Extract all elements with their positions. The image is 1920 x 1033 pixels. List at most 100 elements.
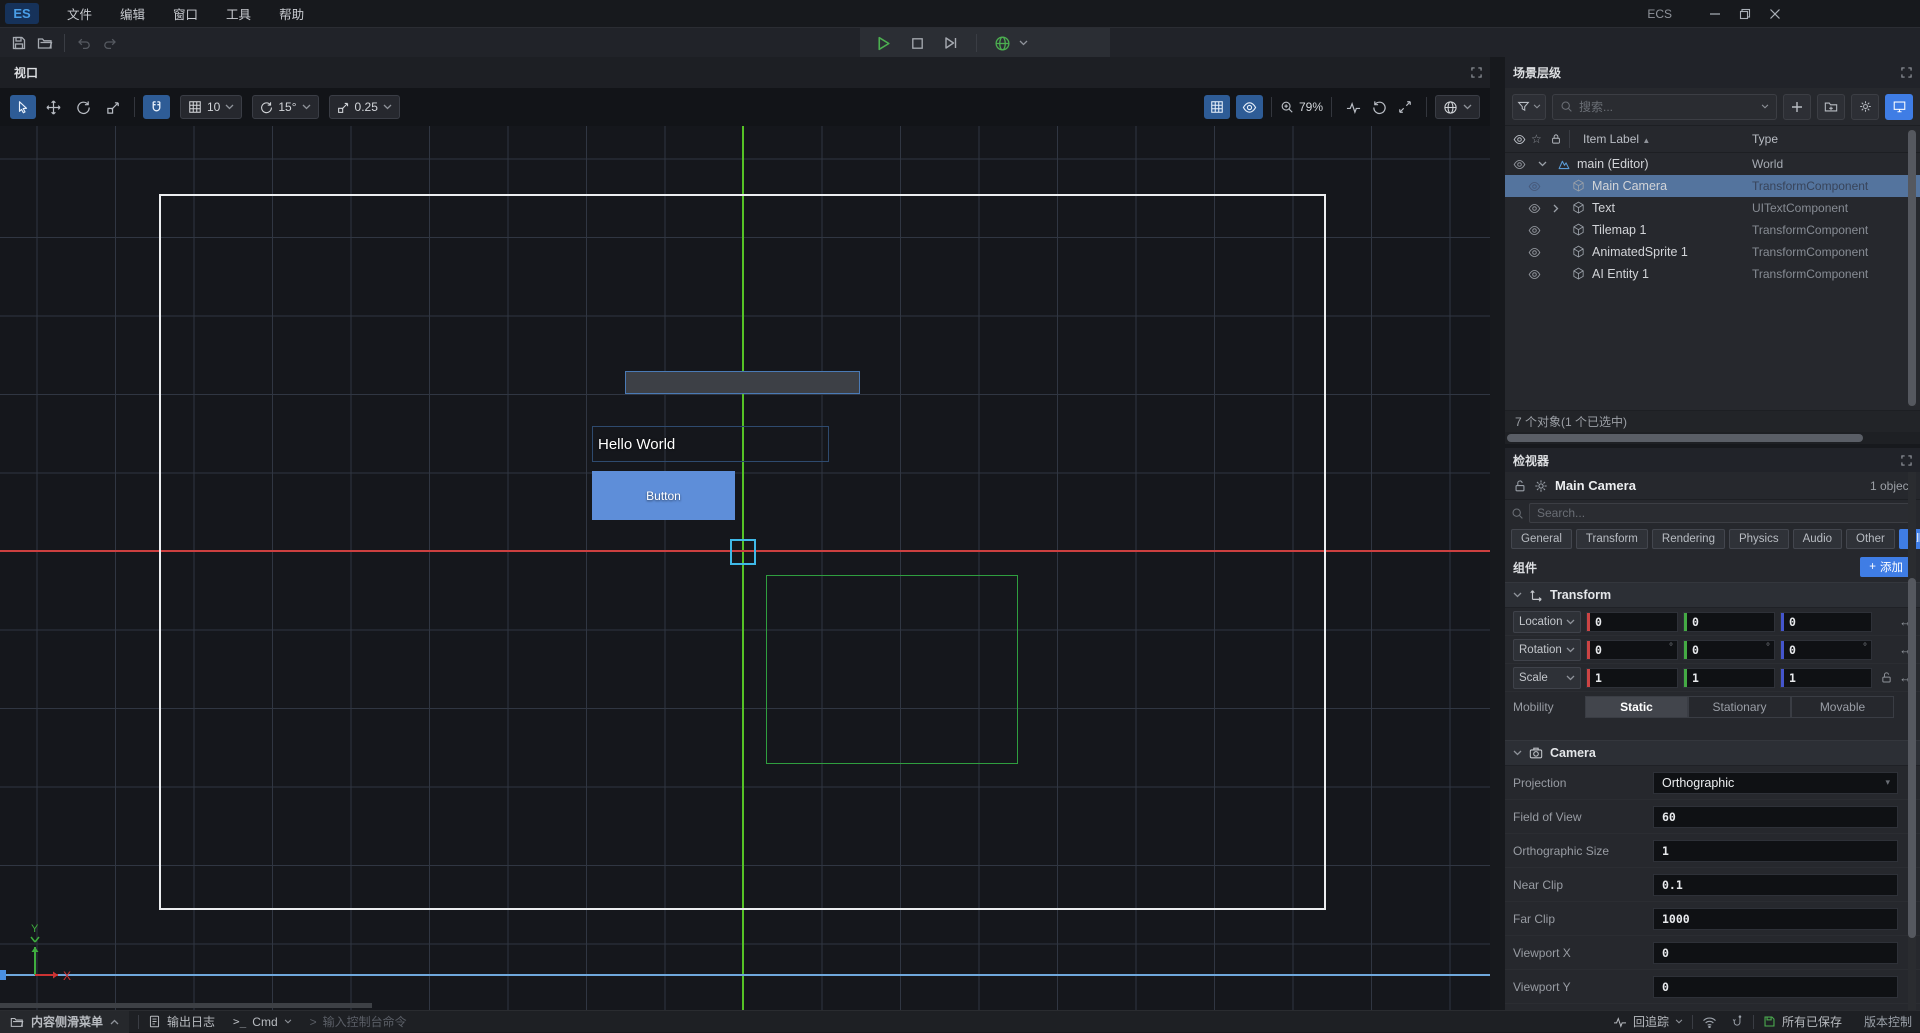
hierarchy-expand-icon[interactable] — [1901, 67, 1912, 78]
menu-item-0[interactable]: 文件 — [53, 0, 106, 27]
app-logo[interactable]: ES — [5, 3, 39, 24]
scale-z-input[interactable]: 1 — [1780, 668, 1872, 688]
hierarchy-row[interactable]: Main CameraTransformComponent — [1505, 175, 1920, 197]
zoom-level[interactable]: 79% — [1280, 100, 1323, 114]
play-button[interactable] — [870, 30, 896, 56]
tab-physics[interactable]: Physics — [1729, 529, 1789, 549]
save-status[interactable]: 所有已保存 — [1763, 1013, 1842, 1030]
hierarchy-vscrollbar[interactable] — [1908, 130, 1916, 406]
stop-button[interactable] — [904, 30, 930, 56]
inspector-search-input[interactable]: Search... — [1529, 503, 1914, 523]
mobility-stationary-button[interactable]: Stationary — [1688, 696, 1791, 718]
location-z-input[interactable]: 0 — [1780, 612, 1872, 632]
location-mode-dropdown[interactable]: Location — [1513, 611, 1581, 633]
hierarchy-row[interactable]: Tilemap 1TransformComponent — [1505, 219, 1920, 241]
hierarchy-search-input[interactable]: 搜索... — [1552, 94, 1777, 120]
tab-audio[interactable]: Audio — [1793, 529, 1842, 549]
grid-snap-dropdown[interactable]: 10 — [180, 95, 242, 119]
rotation-x-input[interactable]: 0° — [1586, 640, 1678, 660]
cmd-dropdown[interactable]: >_ Cmd — [233, 1015, 292, 1029]
viewport-world-dropdown[interactable] — [1435, 95, 1480, 119]
move-tool-button[interactable] — [40, 95, 66, 119]
hierarchy-row[interactable]: AI Entity 1TransformComponent — [1505, 263, 1920, 285]
menu-item-3[interactable]: 工具 — [212, 0, 265, 27]
tab-transform[interactable]: Transform — [1576, 529, 1648, 549]
viewport-expand-icon[interactable] — [1471, 67, 1482, 78]
rotation-mode-dropdown[interactable]: Rotation — [1513, 639, 1581, 661]
tab-rendering[interactable]: Rendering — [1652, 529, 1725, 549]
visibility-toggle-button[interactable] — [1236, 95, 1263, 119]
fullscreen-icon[interactable] — [1392, 95, 1418, 119]
console-command-input[interactable]: > 输入控制台命令 — [310, 1013, 407, 1030]
selection-square[interactable] — [730, 539, 756, 565]
location-x-input[interactable]: 0 — [1586, 612, 1678, 632]
close-button[interactable] — [1760, 0, 1790, 27]
scale-y-input[interactable]: 1 — [1683, 668, 1775, 688]
expander-right-icon[interactable] — [1553, 204, 1559, 213]
column-visibility-icon[interactable] — [1513, 133, 1526, 146]
button-object[interactable]: Button — [592, 471, 735, 520]
object-lock-icon[interactable] — [1513, 479, 1527, 493]
menu-item-4[interactable]: 帮助 — [265, 0, 318, 27]
near-clip-input[interactable]: 0.1 — [1653, 874, 1898, 896]
step-button[interactable] — [938, 30, 964, 56]
network-globe-icon[interactable] — [989, 30, 1015, 56]
network-status-icon[interactable] — [1702, 1016, 1717, 1028]
uniform-scale-lock-icon[interactable] — [1880, 671, 1893, 684]
scale-mode-dropdown[interactable]: Scale — [1513, 667, 1581, 689]
hierarchy-row[interactable]: TextUITextComponent — [1505, 197, 1920, 219]
rotation-snap-dropdown[interactable]: 15° — [252, 95, 318, 119]
location-y-input[interactable]: 0 — [1683, 612, 1775, 632]
chevron-down-icon[interactable] — [1019, 40, 1028, 46]
projection-dropdown[interactable]: Orthographic▾ — [1653, 772, 1898, 794]
scene-canvas[interactable]: Hello World Button Y X — [0, 126, 1490, 1010]
tab-other[interactable]: Other — [1846, 529, 1895, 549]
column-favorite-icon[interactable]: ☆ — [1531, 132, 1542, 146]
visibility-eye-icon[interactable] — [1528, 268, 1541, 281]
content-drawer-button[interactable]: 内容侧滑菜单 — [0, 1011, 129, 1033]
mobility-static-button[interactable]: Static — [1585, 696, 1688, 718]
minimize-button[interactable] — [1700, 0, 1730, 27]
scale-snap-dropdown[interactable]: 0.25 — [329, 95, 400, 119]
column-lock-icon[interactable] — [1550, 133, 1562, 145]
visibility-eye-icon[interactable] — [1528, 224, 1541, 237]
menu-item-1[interactable]: 编辑 — [106, 0, 159, 27]
hierarchy-settings-button[interactable] — [1851, 94, 1879, 120]
orthographic-size-input[interactable]: 1 — [1653, 840, 1898, 862]
visibility-eye-icon[interactable] — [1513, 158, 1526, 171]
debug-attach-icon[interactable] — [1731, 1015, 1744, 1028]
snap-magnet-button[interactable] — [143, 95, 170, 119]
scale-tool-button[interactable] — [100, 95, 126, 119]
hierarchy-row[interactable]: AnimatedSprite 1TransformComponent — [1505, 241, 1920, 263]
grid-toggle-button[interactable] — [1204, 95, 1230, 119]
maximize-button[interactable] — [1730, 0, 1760, 27]
save-icon[interactable] — [6, 30, 32, 56]
visibility-eye-icon[interactable] — [1528, 246, 1541, 259]
far-clip-input[interactable]: 1000 — [1653, 908, 1898, 930]
viewport-y-input[interactable]: 0 — [1653, 976, 1898, 998]
column-item-label[interactable]: Item Label ▲ — [1583, 132, 1650, 146]
inspector-vscrollbar[interactable] — [1908, 472, 1916, 1010]
stats-icon[interactable] — [1340, 95, 1366, 119]
text-object[interactable]: Hello World — [592, 426, 829, 462]
select-tool-button[interactable] — [10, 95, 36, 119]
entity-bounds-rect[interactable] — [766, 575, 1018, 764]
transform-section-header[interactable]: Transform — [1505, 582, 1920, 608]
output-log-button[interactable]: 输出日志 — [148, 1013, 215, 1030]
visibility-eye-icon[interactable] — [1528, 202, 1541, 215]
trace-dropdown[interactable]: 回追踪 — [1613, 1013, 1683, 1030]
add-entity-button[interactable] — [1783, 94, 1811, 120]
viewport-hscrollbar[interactable] — [0, 1003, 372, 1008]
object-settings-icon[interactable] — [1534, 479, 1548, 493]
filter-dropdown[interactable] — [1512, 94, 1546, 120]
add-component-button[interactable]: +添加 — [1860, 557, 1912, 577]
inspector-expand-icon[interactable] — [1901, 455, 1912, 466]
expander-down-icon[interactable] — [1538, 161, 1547, 167]
tilemap-object[interactable] — [625, 371, 860, 394]
scale-x-input[interactable]: 1 — [1586, 668, 1678, 688]
camera-section-header[interactable]: Camera — [1505, 740, 1920, 766]
rotation-z-input[interactable]: 0° — [1780, 640, 1872, 660]
rotate-tool-button[interactable] — [70, 95, 96, 119]
new-folder-button[interactable] — [1817, 94, 1845, 120]
undo-icon[interactable] — [71, 30, 97, 56]
